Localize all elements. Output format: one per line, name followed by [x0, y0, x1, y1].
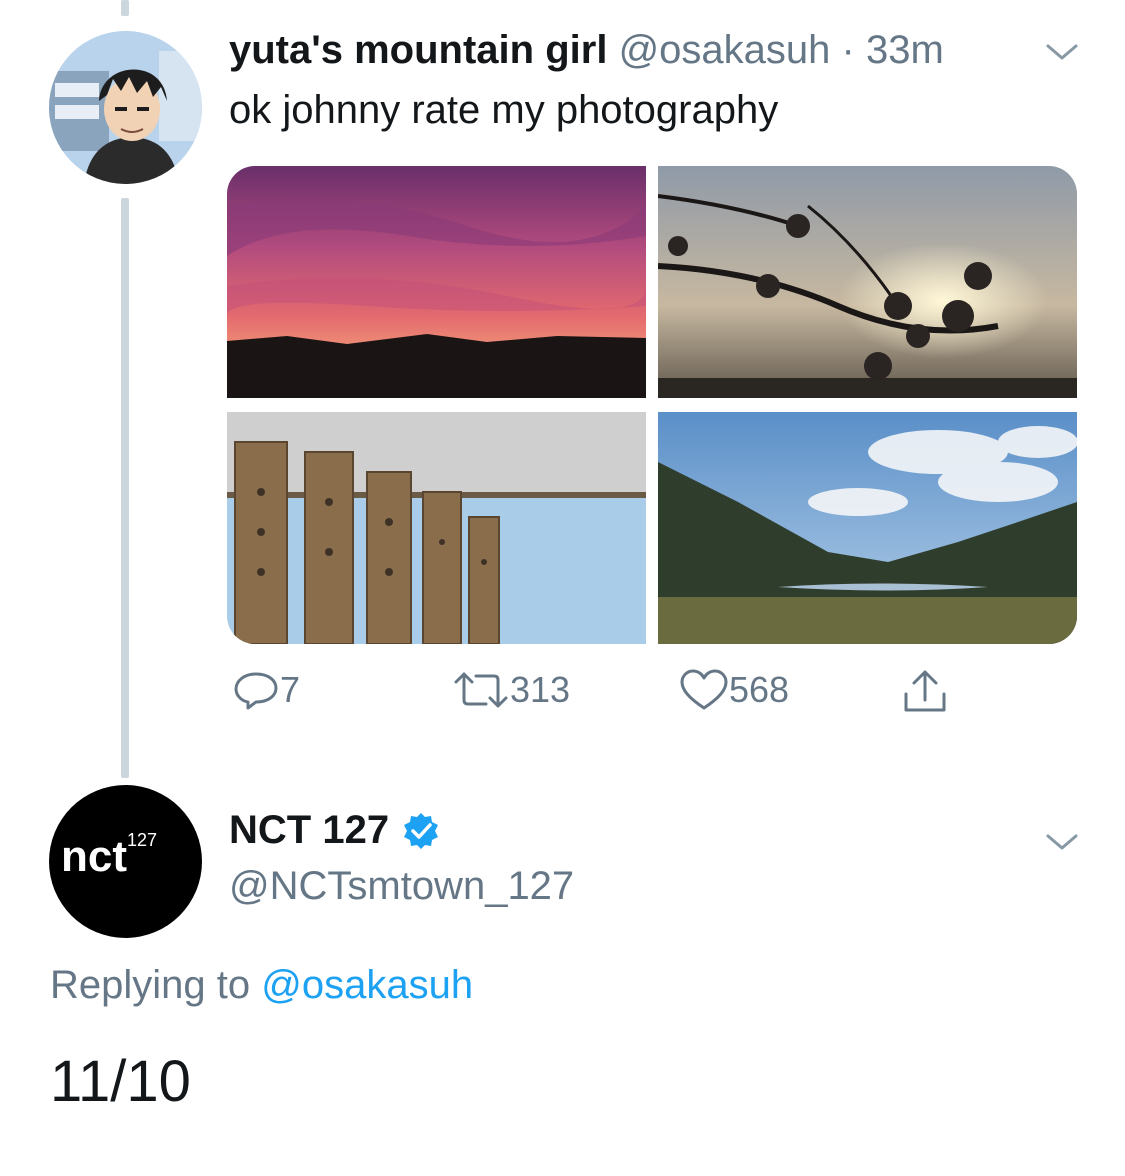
retweet-button[interactable]: 313 [452, 668, 570, 712]
display-name[interactable]: yuta's mountain girl [229, 28, 607, 72]
replying-to-handle-link[interactable]: @osakasuh [261, 963, 473, 1007]
reply-author: NCT 127 [229, 808, 441, 853]
sunset-photo[interactable] [227, 166, 647, 398]
timestamp[interactable]: 33m [866, 28, 944, 72]
replying-to: Replying to @osakasuh [50, 963, 473, 1008]
reply-handle[interactable]: @NCTsmtown_127 [229, 864, 574, 909]
tweet-text: ok johnny rate my photography [229, 88, 779, 132]
tweet-actions: 7 313 568 [0, 668, 1125, 718]
mountain-lake-photo[interactable] [658, 412, 1077, 644]
retweet-icon [454, 672, 508, 708]
wind-chime-photo[interactable] [227, 412, 646, 644]
nct-logo: nct127 [61, 831, 157, 881]
handle[interactable]: @osakasuh [619, 28, 831, 72]
replying-to-label: Replying to [50, 963, 251, 1007]
retweet-count: 313 [510, 669, 571, 710]
tweet-header: yuta's mountain girl @osakasuh · 33m [229, 28, 944, 73]
reply-text: 11/10 [50, 1049, 191, 1114]
anime-character-avatar-icon [49, 31, 202, 184]
separator: · [841, 28, 855, 72]
reply-icon [234, 672, 278, 710]
nct-logo-main: nct [61, 832, 127, 881]
thread-line-top [121, 0, 129, 16]
tweet-menu-chevron-down-icon[interactable] [1044, 40, 1080, 69]
share-icon [904, 670, 946, 712]
nct-logo-sup: 127 [127, 830, 158, 850]
reply-menu-chevron-down-icon[interactable] [1044, 830, 1080, 859]
heart-icon [680, 669, 728, 710]
photo-grid [227, 166, 1077, 644]
reply-display-name[interactable]: NCT 127 [229, 808, 389, 853]
reply-button[interactable]: 7 [232, 668, 300, 712]
cherry-blossom-photo[interactable] [657, 166, 1077, 398]
verified-badge-icon [404, 812, 439, 849]
like-button[interactable]: 568 [679, 668, 789, 712]
like-count: 568 [729, 669, 790, 710]
share-button[interactable] [902, 668, 948, 716]
nct-avatar[interactable]: nct127 [49, 785, 202, 938]
reply-count: 7 [280, 669, 301, 710]
user-avatar[interactable] [49, 31, 202, 184]
